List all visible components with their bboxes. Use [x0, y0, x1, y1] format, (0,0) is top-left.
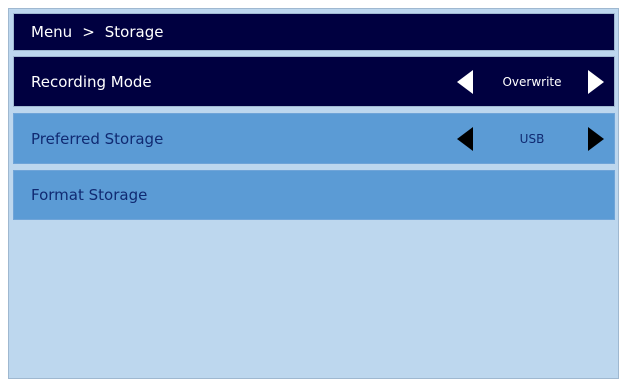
menu-item-format-storage[interactable]: Format Storage: [13, 170, 615, 220]
selector-value: Overwrite: [502, 74, 562, 89]
triangle-left-icon[interactable]: [457, 126, 473, 151]
triangle-right-icon[interactable]: [588, 126, 604, 151]
breadcrumb-current: Storage: [104, 23, 164, 41]
triangle-left-icon[interactable]: [457, 69, 473, 94]
menu-item-label: Format Storage: [31, 186, 148, 204]
recording-mode-selector[interactable]: Overwrite: [454, 57, 614, 106]
breadcrumb-root[interactable]: Menu: [31, 23, 72, 41]
breadcrumb-separator: >: [82, 23, 95, 41]
breadcrumb: Menu > Storage: [13, 13, 615, 51]
menu-item-recording-mode[interactable]: Recording Mode Overwrite: [13, 56, 615, 107]
storage-menu-screen: Menu > Storage Recording Mode Overwrite …: [8, 8, 619, 379]
menu-item-preferred-storage[interactable]: Preferred Storage USB: [13, 113, 615, 164]
triangle-right-icon[interactable]: [588, 69, 604, 94]
preferred-storage-selector[interactable]: USB: [454, 114, 614, 163]
selector-value: USB: [519, 131, 545, 146]
